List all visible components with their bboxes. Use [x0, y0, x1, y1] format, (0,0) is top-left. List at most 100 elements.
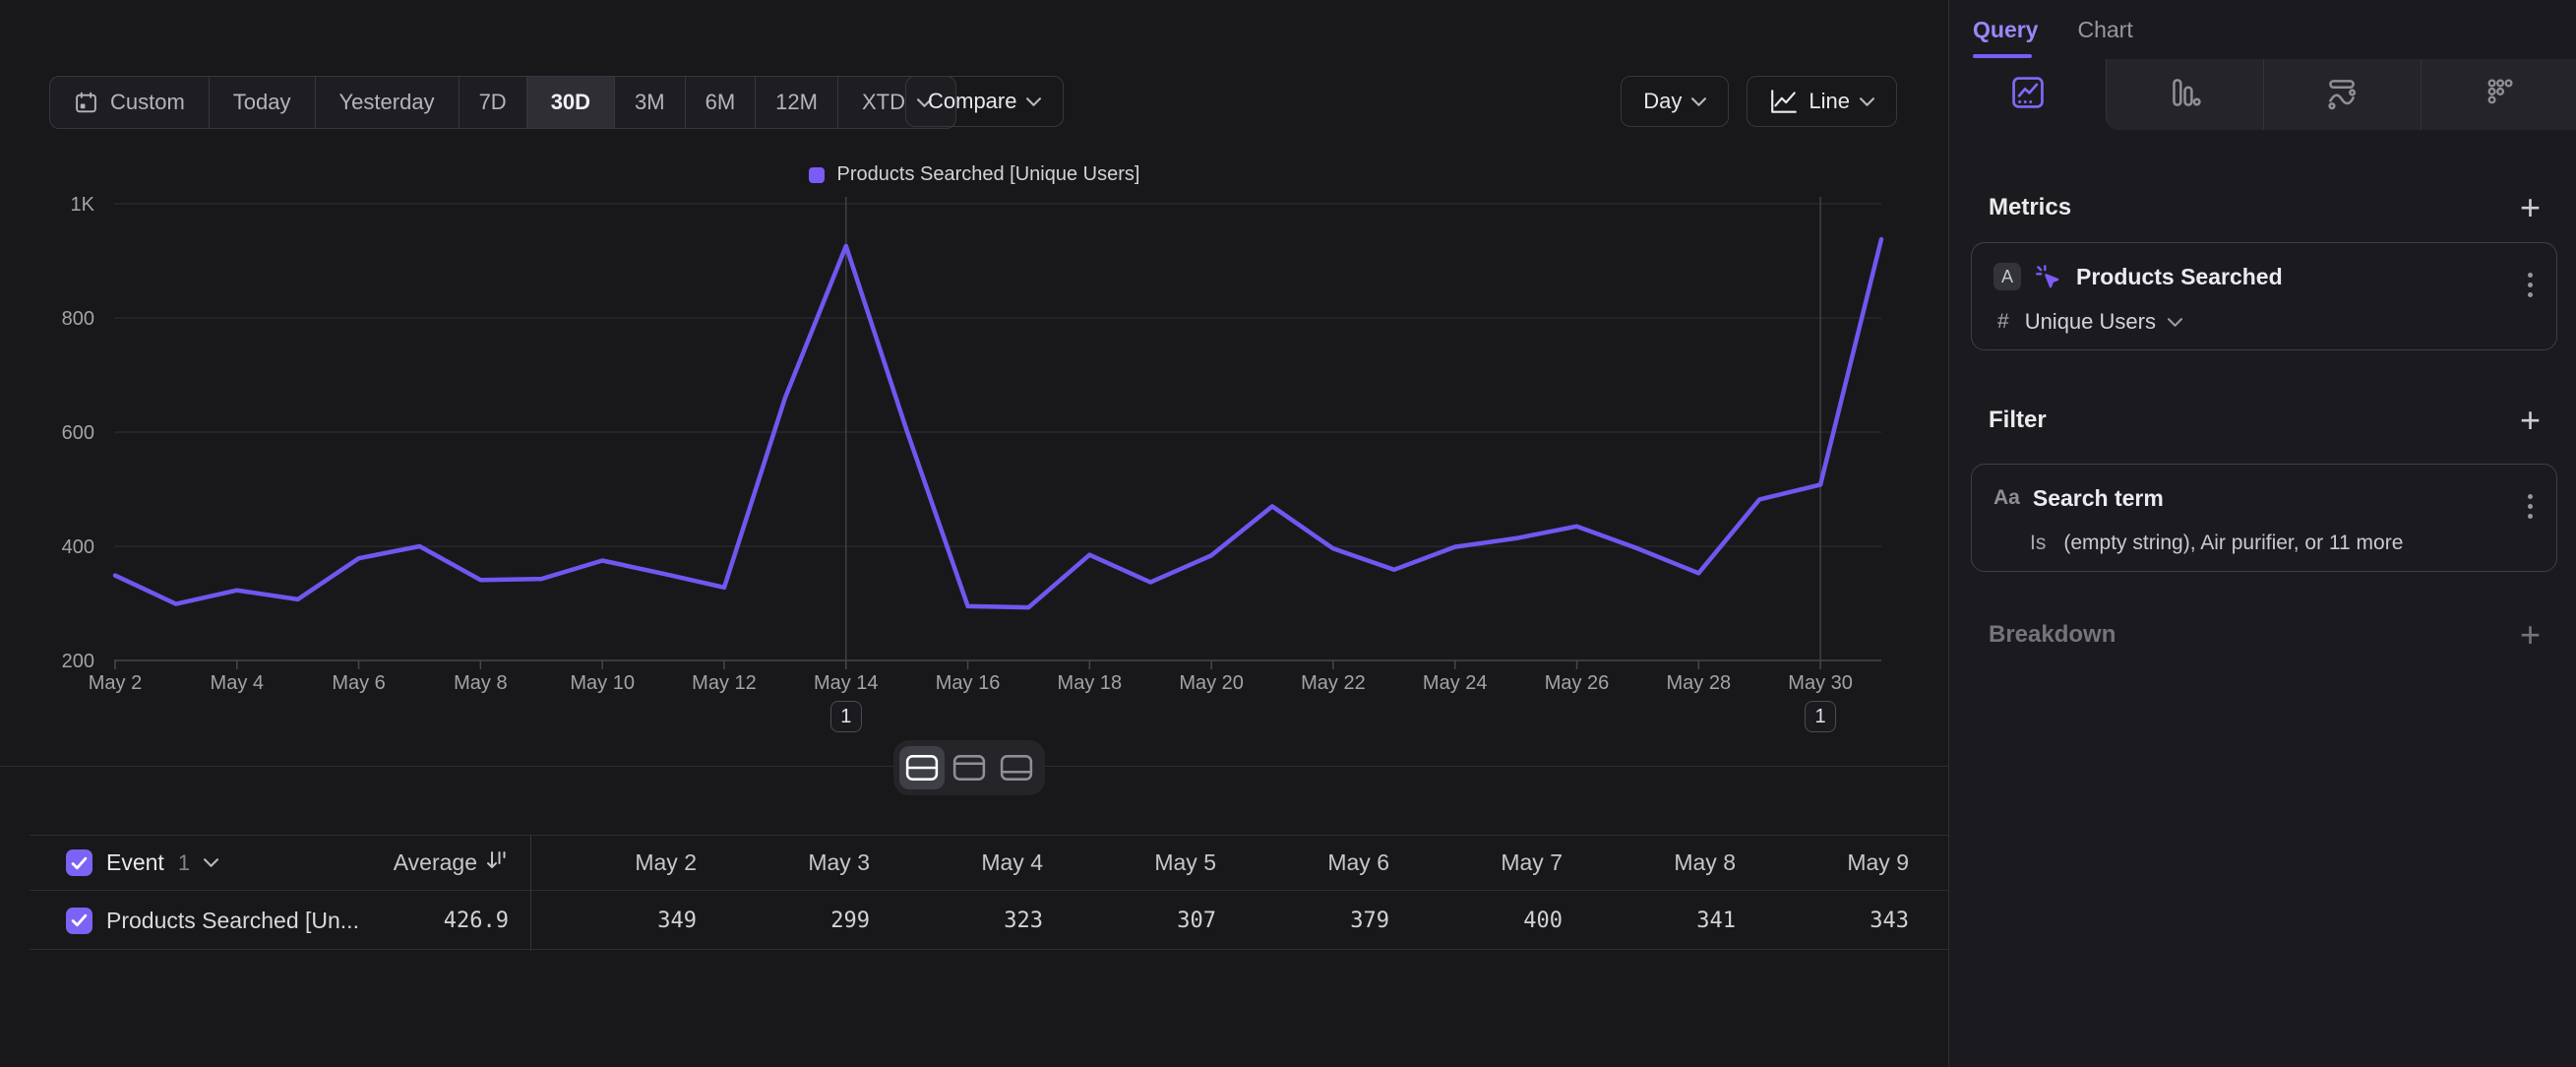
- svg-text:May 2: May 2: [89, 672, 142, 694]
- svg-text:May 28: May 28: [1667, 672, 1732, 694]
- metric-card[interactable]: A Products Searched # Unique Users: [1971, 242, 2557, 350]
- row-checkbox[interactable]: [66, 908, 92, 934]
- kebab-menu-icon[interactable]: [2528, 273, 2533, 297]
- select-all-checkbox[interactable]: [66, 849, 92, 876]
- date-column-header[interactable]: May 4: [895, 849, 1043, 876]
- filter-row: Aa Search term: [1993, 478, 2493, 518]
- cell-value: 323: [895, 909, 1043, 933]
- filter-value[interactable]: (empty string), Air purifier, or 11 more: [2063, 532, 2403, 555]
- legend-label: Products Searched [Unique Users]: [837, 163, 1140, 186]
- cell-value: 341: [1588, 909, 1736, 933]
- svg-text:May 22: May 22: [1301, 672, 1366, 694]
- svg-text:May 6: May 6: [332, 672, 385, 694]
- chevron-down-icon: [1691, 97, 1706, 106]
- date-column-header[interactable]: May 6: [1242, 849, 1389, 876]
- tab-chart[interactable]: Chart: [2077, 17, 2132, 43]
- svg-text:200: 200: [62, 651, 94, 672]
- line-chart-icon: [1769, 88, 1799, 115]
- flows-icon: [2323, 74, 2361, 116]
- average-column-header[interactable]: Average: [394, 849, 509, 877]
- date-column-header[interactable]: May 2: [549, 849, 697, 876]
- cell-value: 379: [1242, 909, 1389, 933]
- svg-text:May 12: May 12: [692, 672, 757, 694]
- kebab-menu-icon[interactable]: [2528, 494, 2533, 519]
- event-count: 1: [178, 850, 190, 876]
- flows-tab[interactable]: [2263, 59, 2420, 130]
- svg-text:1K: 1K: [71, 197, 95, 216]
- filter-section-header: Filter +: [1989, 404, 2541, 437]
- funnels-icon: [2166, 74, 2203, 116]
- svg-text:400: 400: [62, 536, 94, 558]
- panel-tabs: Query Chart: [1949, 0, 2576, 59]
- more-charts-tab[interactable]: [2421, 59, 2576, 130]
- svg-text:May 4: May 4: [211, 672, 264, 694]
- filter-heading: Filter: [1989, 407, 2047, 434]
- granularity-button[interactable]: Day: [1621, 76, 1729, 127]
- date-column-header[interactable]: May 3: [722, 849, 870, 876]
- metric-row: A Products Searched: [1993, 257, 2493, 296]
- layout-toggle: [893, 740, 1045, 795]
- date-column-header[interactable]: May 8: [1588, 849, 1736, 876]
- chevron-down-icon[interactable]: [204, 858, 218, 867]
- active-tab-underline: [1973, 54, 2032, 58]
- date-column-header[interactable]: May 7: [1415, 849, 1563, 876]
- table-header: Event 1 Average May 2 May 3 May 4 May 5 …: [30, 835, 1948, 891]
- filter-operator[interactable]: Is: [2030, 532, 2046, 555]
- event-header-cell: Event 1: [30, 849, 218, 876]
- chart-type-button[interactable]: Line: [1747, 76, 1897, 127]
- range-yesterday[interactable]: Yesterday: [316, 77, 460, 128]
- svg-text:800: 800: [62, 308, 94, 330]
- compare-button[interactable]: Compare: [905, 76, 1064, 127]
- chart-controls: Day Line: [1621, 76, 1897, 127]
- table-only-button[interactable]: [994, 746, 1039, 789]
- column-divider: [530, 835, 531, 951]
- metric-name[interactable]: Products Searched: [2076, 264, 2283, 290]
- range-7d[interactable]: 7D: [460, 77, 527, 128]
- range-12m[interactable]: 12M: [756, 77, 838, 128]
- event-name: Products Searched [Un...: [106, 908, 359, 934]
- sort-descending-icon: [485, 849, 509, 877]
- range-6m[interactable]: 6M: [686, 77, 757, 128]
- metrics-heading: Metrics: [1989, 194, 2071, 221]
- metrics-section-header: Metrics +: [1989, 191, 2541, 224]
- filter-card[interactable]: Aa Search term Is (empty string), Air pu…: [1971, 464, 2557, 572]
- insights-icon: [2008, 73, 2048, 117]
- annotation-badge[interactable]: 1: [830, 701, 862, 732]
- calendar-icon: [74, 91, 98, 115]
- range-today[interactable]: Today: [210, 77, 316, 128]
- svg-text:600: 600: [62, 422, 94, 444]
- range-custom[interactable]: Custom: [50, 77, 210, 128]
- svg-text:May 20: May 20: [1179, 672, 1244, 694]
- funnels-tab[interactable]: [2106, 59, 2262, 130]
- event-name-cell: Products Searched [Un...: [30, 908, 359, 934]
- chevron-down-icon[interactable]: [2168, 318, 2182, 327]
- svg-text:May 16: May 16: [936, 672, 1001, 694]
- insights-tab[interactable]: [1949, 59, 2106, 130]
- split-view-button[interactable]: [899, 746, 945, 789]
- query-panel: Query Chart: [1948, 0, 2576, 1067]
- line-chart[interactable]: 1K800600400200May 2May 4May 6May 8May 10…: [0, 197, 1948, 748]
- tab-query[interactable]: Query: [1973, 17, 2038, 43]
- string-type-icon: Aa: [1993, 486, 2020, 510]
- aggregation-row: # Unique Users: [1997, 304, 2535, 340]
- filter-condition-row: Is (empty string), Air purifier, or 11 m…: [2030, 526, 2535, 561]
- view-type-tabs: [1949, 59, 2576, 130]
- aggregation-selector[interactable]: Unique Users: [2025, 309, 2156, 335]
- date-column-header[interactable]: May 9: [1761, 849, 1909, 876]
- breakdown-section-header: Breakdown +: [1989, 618, 2541, 652]
- legend-swatch: [809, 167, 825, 183]
- annotation-badge[interactable]: 1: [1805, 701, 1836, 732]
- chart-only-button[interactable]: [947, 746, 992, 789]
- more-charts-icon: [2482, 75, 2517, 115]
- date-column-header[interactable]: May 5: [1069, 849, 1216, 876]
- cell-value: 349: [549, 909, 697, 933]
- cursor-click-icon: [2033, 262, 2062, 291]
- range-3m[interactable]: 3M: [615, 77, 686, 128]
- range-label: Custom: [110, 90, 185, 115]
- breakdown-heading: Breakdown: [1989, 621, 2116, 649]
- range-30d[interactable]: 30D: [527, 77, 615, 128]
- filter-property-name[interactable]: Search term: [2033, 485, 2164, 512]
- table-row[interactable]: Products Searched [Un... 426.9 349 299 3…: [30, 892, 1948, 950]
- chevron-down-icon: [1026, 97, 1041, 106]
- svg-text:May 26: May 26: [1545, 672, 1610, 694]
